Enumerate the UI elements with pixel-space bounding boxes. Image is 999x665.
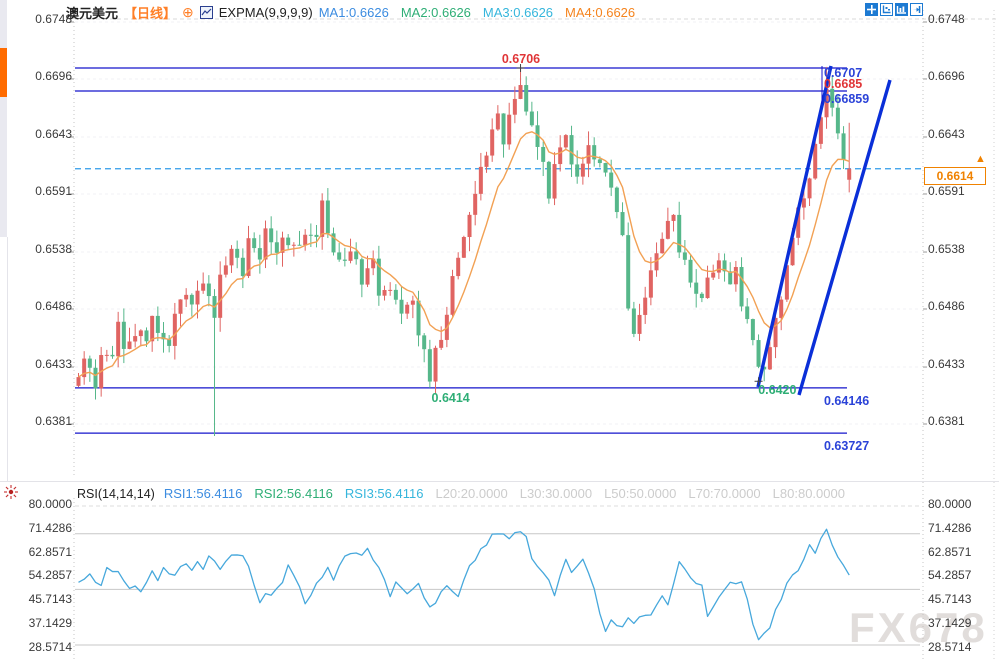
price-tick-left: 0.6538 — [26, 242, 72, 256]
move-icon[interactable] — [865, 3, 878, 16]
panel-divider — [0, 481, 999, 482]
rsi-tick-left: 54.2857 — [26, 568, 72, 582]
level-edge-label: 0.63727 — [824, 439, 869, 453]
rsi-indicator-name[interactable]: RSI(14,14,14) — [77, 487, 155, 501]
support-label: 0.6414 — [432, 391, 470, 405]
axis-scale-icon[interactable] — [880, 3, 893, 16]
ma-value: MA1:0.6626 — [319, 5, 389, 20]
rsi-tick-left: 62.8571 — [26, 545, 72, 559]
rsi-value: RSI2:56.4116 — [254, 486, 333, 501]
timeframe-label[interactable]: 【日线】 — [124, 3, 176, 22]
price-tick-left: 0.6486 — [26, 299, 72, 313]
rsi-tick-right: 54.2857 — [928, 568, 971, 582]
ma-values: MA1:0.6626 MA2:0.6626 MA3:0.6626 MA4:0.6626 — [319, 5, 635, 20]
export-icon[interactable] — [910, 3, 923, 16]
level-edge-label: 0.64146 — [824, 394, 869, 408]
rsi-tick-right: 62.8571 — [928, 545, 971, 559]
ma-value: MA4:0.6626 — [565, 5, 635, 20]
rsi-value: L20:20.0000 — [435, 486, 507, 501]
rsi-tick-right: 45.7143 — [928, 592, 971, 606]
price-tick-right: 0.6381 — [928, 414, 965, 428]
rsi-value: L70:70.0000 — [688, 486, 760, 501]
rsi-tick-left: 71.4286 — [26, 521, 72, 535]
price-tick-right: 0.6538 — [928, 242, 965, 256]
side-scrollbar-track — [0, 237, 8, 481]
chart-toolbar — [865, 3, 923, 16]
chart-style-icon[interactable] — [895, 3, 908, 16]
rsi-tick-left: 45.7143 — [26, 592, 72, 606]
price-tick-left: 0.6696 — [26, 69, 72, 83]
price-tick-right: 0.6433 — [928, 357, 965, 371]
symbol-name: 澳元美元 — [66, 3, 118, 22]
rsi-tick-left: 28.5714 — [26, 640, 72, 654]
level-edge-label: 0.66859 — [824, 92, 869, 106]
rsi-tick-left: 80.0000 — [26, 497, 72, 511]
price-tick-left: 0.6433 — [26, 357, 72, 371]
price-tick-right: 0.6748 — [928, 12, 965, 26]
ma-value: MA3:0.6626 — [483, 5, 553, 20]
rsi-tick-right: 37.1429 — [928, 616, 971, 630]
up-arrow-icon: ▲ — [975, 153, 986, 165]
price-tick-left: 0.6591 — [26, 184, 72, 198]
rsi-value: L30:30.0000 — [520, 486, 592, 501]
add-indicator-icon[interactable]: ⊕ — [182, 6, 194, 19]
chart-header: 澳元美元 【日线】 ⊕ EXPMA(9,9,9,9) MA1:0.6626 MA2… — [66, 3, 635, 22]
indicator-name[interactable]: EXPMA(9,9,9,9) — [219, 5, 313, 20]
price-tick-right: 0.6591 — [928, 184, 965, 198]
price-tick-right: 0.6643 — [928, 127, 965, 141]
price-tick-left: 0.6381 — [26, 414, 72, 428]
price-tick-left: 0.6643 — [26, 127, 72, 141]
level-edge-label: 0.6685 — [824, 77, 862, 91]
current-price-badge: 0.6614 — [924, 167, 986, 185]
side-scrollbar[interactable] — [0, 0, 7, 237]
resistance-label: 0.6706 — [502, 52, 540, 66]
swing-low-label: 0.6420 — [758, 383, 796, 397]
rsi-tick-right: 28.5714 — [928, 640, 971, 654]
price-tick-right: 0.6486 — [928, 299, 965, 313]
rsi-values: RSI1:56.4116 RSI2:56.4116 RSI3:56.4116 L20:… — [164, 486, 845, 501]
rsi-value: L80:80.0000 — [773, 486, 845, 501]
rsi-value: L50:50.0000 — [604, 486, 676, 501]
rsi-header: RSI(14,14,14) RSI1:56.4116RSI2:56.4116RS… — [77, 486, 845, 501]
indicator-settings-icon[interactable] — [3, 484, 19, 505]
price-tick-right: 0.6696 — [928, 69, 965, 83]
trading-app: 澳元美元 【日线】 ⊕ EXPMA(9,9,9,9) MA1:0.6626 MA2… — [0, 0, 999, 665]
rsi-value: RSI1:56.4116 — [164, 486, 243, 501]
ma-value: MA2:0.6626 — [401, 5, 471, 20]
side-scrollbar-thumb[interactable] — [0, 48, 7, 97]
rsi-tick-left: 37.1429 — [26, 616, 72, 630]
rsi-value: RSI3:56.4116 — [345, 486, 424, 501]
rsi-tick-right: 71.4286 — [928, 521, 971, 535]
rsi-tick-right: 80.0000 — [928, 497, 971, 511]
price-tick-left: 0.6748 — [26, 12, 72, 26]
expma-icon — [200, 6, 213, 19]
